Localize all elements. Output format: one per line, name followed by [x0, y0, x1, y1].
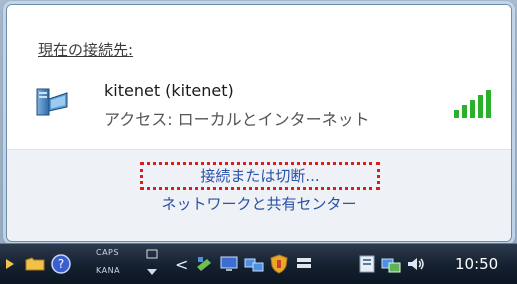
show-hidden-icons-chevron-icon[interactable]: <: [175, 255, 188, 274]
folder-icon[interactable]: [24, 253, 46, 275]
system-clock[interactable]: 10:50: [455, 255, 498, 273]
screen: 現在の接続先: kitenet (kitenet) アクセス: ローカルとインタ…: [0, 0, 517, 284]
notebook-icon[interactable]: [356, 253, 378, 275]
network-popup: 現在の接続先: kitenet (kitenet) アクセス: ローカルとインタ…: [6, 4, 512, 242]
dropdown-arrow-icon[interactable]: [145, 266, 159, 278]
safely-remove-hardware-icon[interactable]: [193, 253, 215, 275]
network-status-tray-icon[interactable]: [380, 253, 402, 275]
network-connections-tray-icon[interactable]: [243, 253, 265, 275]
current-connection-title: 現在の接続先:: [38, 41, 134, 59]
connect-or-disconnect-link[interactable]: 接続または切断...: [140, 162, 380, 190]
volume-icon[interactable]: [405, 253, 427, 275]
ime-options-icon[interactable]: [145, 247, 159, 261]
toolbar-arrow-icon[interactable]: [2, 253, 24, 275]
caps-indicator: CAPS: [96, 248, 119, 257]
taskbar: ? CAPS KANA < 10:50: [0, 243, 517, 284]
help-icon[interactable]: ?: [50, 253, 72, 275]
svg-text:?: ?: [58, 257, 64, 271]
power-options-icon[interactable]: [293, 253, 315, 275]
security-shield-icon[interactable]: [268, 253, 290, 275]
monitor-icon[interactable]: [218, 253, 240, 275]
network-computer-icon: [36, 88, 68, 116]
signal-strength-icon: [454, 90, 491, 118]
kana-indicator: KANA: [96, 266, 121, 275]
network-sharing-center-link[interactable]: ネットワークと共有センター: [7, 193, 511, 214]
access-status: アクセス: ローカルとインターネット: [104, 110, 370, 129]
network-name[interactable]: kitenet (kitenet): [104, 81, 234, 100]
